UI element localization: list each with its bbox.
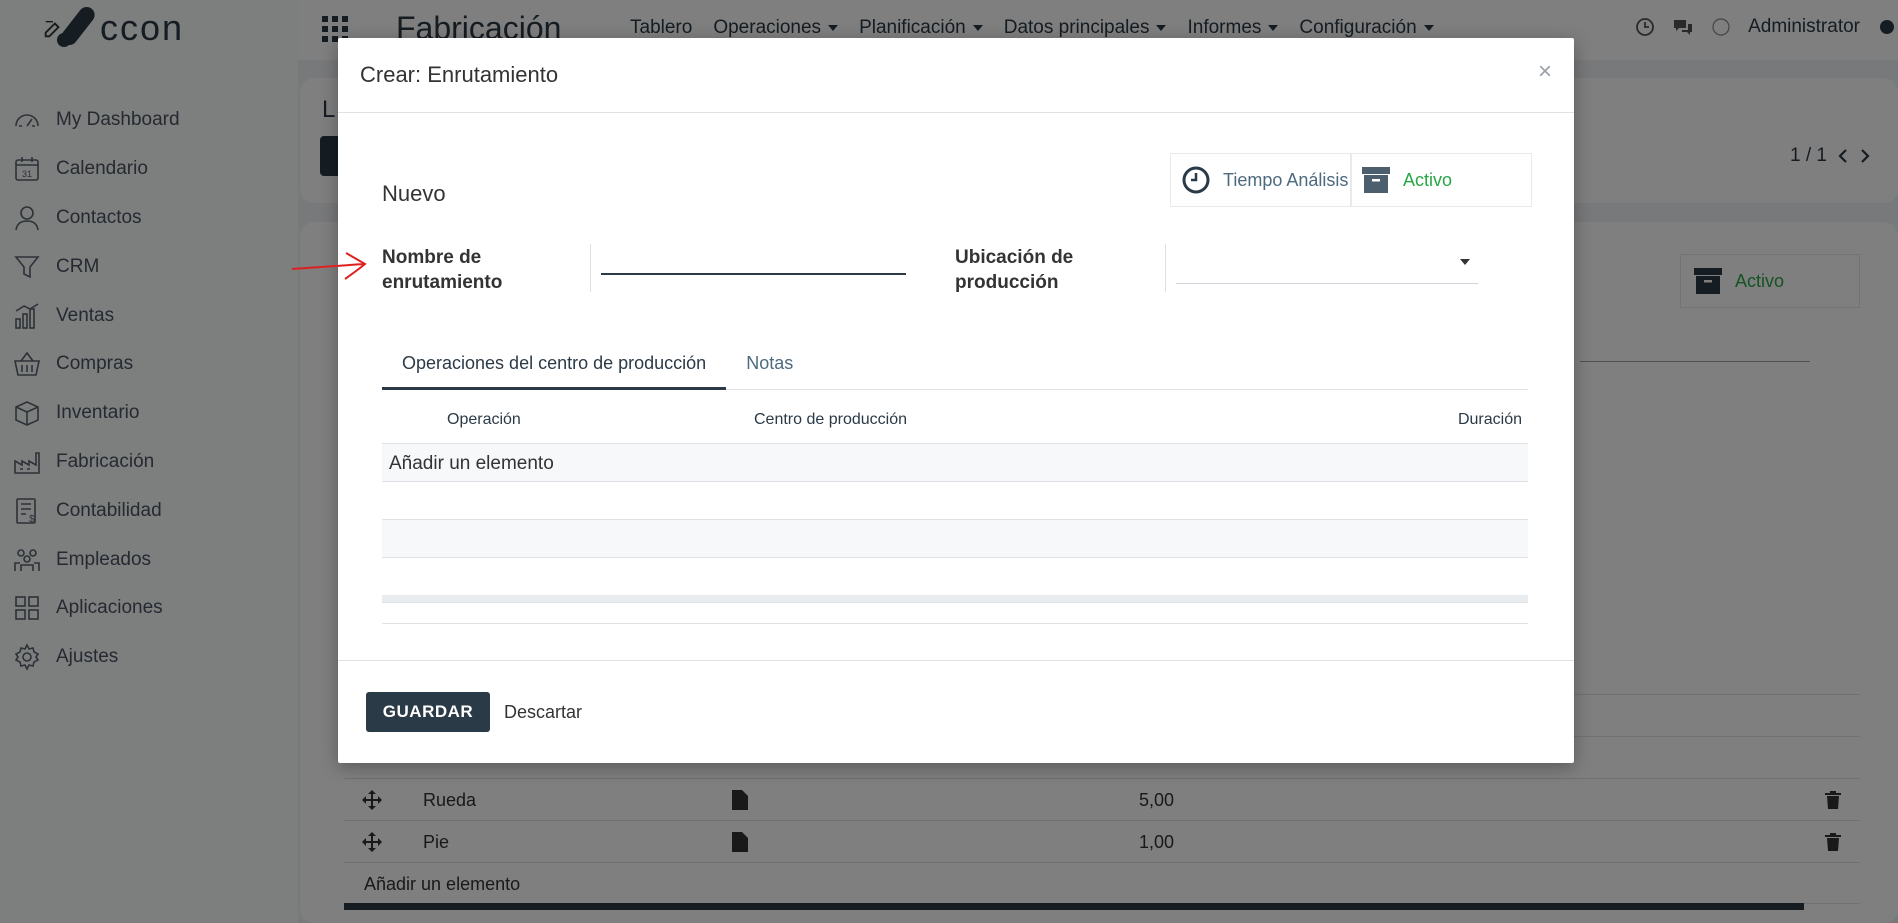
table-row — [382, 482, 1528, 520]
modal-header: Crear: Enrutamiento × — [338, 38, 1574, 113]
active-toggle-button[interactable]: Activo — [1350, 153, 1532, 207]
time-analysis-label: Tiempo Análisis — [1223, 169, 1349, 190]
record-status: Nuevo — [382, 181, 446, 206]
add-line-link[interactable]: Añadir un elemento — [382, 444, 1528, 482]
field-separator — [1165, 244, 1166, 292]
save-button[interactable]: GUARDAR — [366, 692, 490, 732]
operations-table: Operación Centro de producción Duración … — [382, 390, 1528, 624]
close-icon[interactable]: × — [1538, 58, 1552, 86]
time-analysis-button[interactable]: Tiempo Análisis — [1170, 153, 1352, 207]
form-tabs: Operaciones del centro de producción Not… — [382, 338, 1528, 390]
column-operation[interactable]: Operación — [447, 411, 521, 429]
clock-icon — [1182, 166, 1210, 194]
annotation-arrow-icon — [291, 252, 367, 280]
tab-notes[interactable]: Notas — [726, 338, 813, 390]
production-location-label: Ubicación de producción — [955, 247, 1074, 293]
archive-icon — [1362, 167, 1390, 193]
active-label: Activo — [1403, 169, 1453, 190]
discard-button[interactable]: Descartar — [504, 702, 582, 723]
routing-name-input[interactable] — [601, 255, 906, 275]
caret-down-icon[interactable] — [1460, 259, 1470, 265]
column-duration[interactable]: Duración — [1458, 411, 1522, 429]
table-header: Operación Centro de producción Duración — [382, 390, 1528, 444]
routing-name-label: Nombre de enrutamiento — [382, 247, 503, 293]
table-row — [382, 520, 1528, 558]
production-location-select[interactable] — [1176, 246, 1478, 284]
create-routing-dialog: Crear: Enrutamiento × Tiempo Análisis Ac… — [338, 38, 1574, 763]
modal-title: Crear: Enrutamiento — [360, 62, 559, 87]
field-separator — [590, 244, 591, 292]
table-divider — [382, 623, 1528, 624]
tab-work-center-operations[interactable]: Operaciones del centro de producción — [382, 338, 727, 390]
table-footer — [382, 595, 1528, 603]
column-work-center[interactable]: Centro de producción — [754, 411, 907, 429]
modal-footer: GUARDAR Descartar — [338, 660, 1574, 763]
